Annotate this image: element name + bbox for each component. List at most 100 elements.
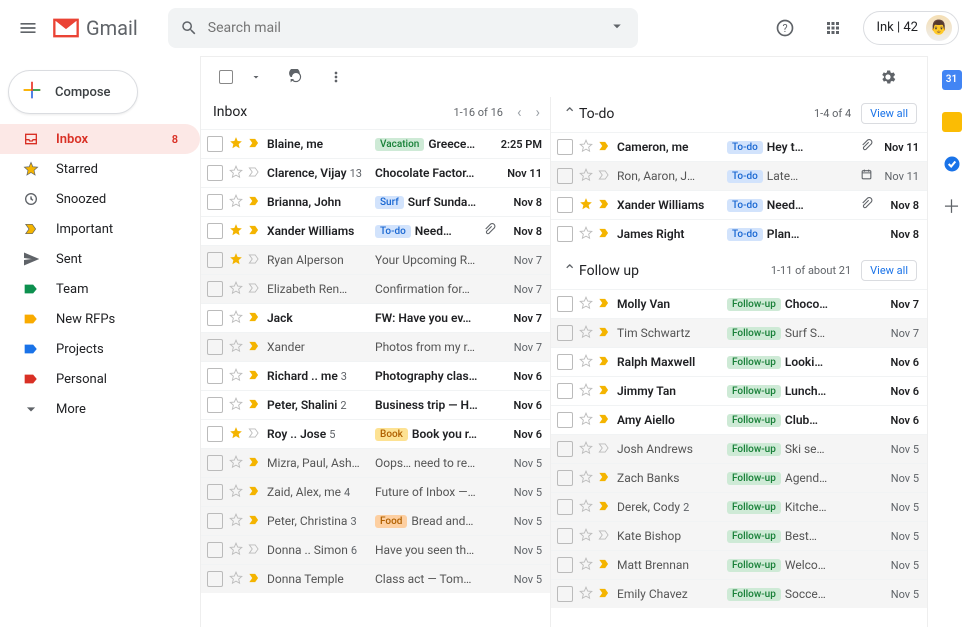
importance-marker[interactable] [247, 281, 261, 298]
importance-marker[interactable] [597, 168, 611, 185]
importance-marker[interactable] [247, 484, 261, 501]
importance-marker[interactable] [597, 383, 611, 400]
importance-marker[interactable] [247, 571, 261, 588]
importance-marker[interactable] [247, 455, 261, 472]
menu-button[interactable] [8, 8, 48, 48]
mail-row[interactable]: Peter, Shalini2Business trip — H…Nov 6 [201, 390, 550, 419]
star-toggle[interactable] [229, 339, 243, 356]
star-toggle[interactable] [579, 499, 593, 516]
importance-marker[interactable] [247, 165, 261, 182]
importance-marker[interactable] [247, 397, 261, 414]
row-checkbox[interactable] [207, 455, 223, 471]
view-all-followup[interactable]: View all [861, 260, 917, 281]
star-toggle[interactable] [579, 528, 593, 545]
mail-row[interactable]: Kate BishopFollow-upBest…Nov 5 [551, 521, 927, 550]
row-checkbox[interactable] [207, 165, 223, 181]
mail-row[interactable]: Donna TempleClass act — Tom…Nov 5 [201, 564, 550, 593]
star-toggle[interactable] [229, 252, 243, 269]
mail-row[interactable]: Peter, Christina3FoodBread and…Nov 5 [201, 506, 550, 535]
star-toggle[interactable] [579, 296, 593, 313]
folder-sent[interactable]: Sent [0, 244, 200, 274]
row-checkbox[interactable] [557, 470, 573, 486]
search-bar[interactable] [168, 8, 638, 48]
star-toggle[interactable] [229, 571, 243, 588]
star-toggle[interactable] [229, 397, 243, 414]
search-options-caret[interactable] [608, 17, 626, 39]
star-toggle[interactable] [579, 325, 593, 342]
star-toggle[interactable] [579, 470, 593, 487]
importance-marker[interactable] [247, 136, 261, 153]
importance-marker[interactable] [597, 528, 611, 545]
mail-row[interactable]: Amy AielloFollow-upClub…Nov 6 [551, 405, 927, 434]
row-checkbox[interactable] [557, 586, 573, 602]
mail-row[interactable]: Ralph MaxwellFollow-upLooki…Nov 6 [551, 347, 927, 376]
star-toggle[interactable] [229, 223, 243, 240]
importance-marker[interactable] [597, 325, 611, 342]
row-checkbox[interactable] [557, 441, 573, 457]
folder-projects[interactable]: Projects [0, 334, 200, 364]
search-input[interactable] [198, 20, 608, 36]
mail-row[interactable]: Josh AndrewsFollow-upSki se…Nov 5 [551, 434, 927, 463]
star-toggle[interactable] [579, 139, 593, 156]
row-checkbox[interactable] [207, 484, 223, 500]
calendar-addon[interactable]: 31 [942, 70, 962, 90]
importance-marker[interactable] [247, 223, 261, 240]
mail-row[interactable]: Elizabeth Ren…Confirmation for…Nov 7 [201, 274, 550, 303]
row-checkbox[interactable] [557, 197, 573, 213]
mail-row[interactable]: Ryan AlpersonYour Upcoming R…Nov 7 [201, 245, 550, 274]
importance-marker[interactable] [597, 296, 611, 313]
collapse-toggle[interactable]: ⌃ [563, 261, 579, 280]
row-checkbox[interactable] [207, 281, 223, 297]
logo[interactable]: Gmail [52, 16, 138, 40]
mail-row[interactable]: Clarence, Vijay13Chocolate Factor…Nov 11 [201, 158, 550, 187]
help-button[interactable] [767, 10, 803, 46]
keep-addon[interactable] [942, 112, 962, 132]
row-checkbox[interactable] [207, 571, 223, 587]
row-checkbox[interactable] [557, 139, 573, 155]
row-checkbox[interactable] [207, 310, 223, 326]
importance-marker[interactable] [247, 252, 261, 269]
prev-page[interactable]: ‹ [517, 103, 522, 121]
importance-marker[interactable] [247, 368, 261, 385]
star-toggle[interactable] [229, 542, 243, 559]
importance-marker[interactable] [247, 339, 261, 356]
mail-row[interactable]: Richard .. me3Photography clas…Nov 6 [201, 361, 550, 390]
row-checkbox[interactable] [557, 557, 573, 573]
row-checkbox[interactable] [207, 223, 223, 239]
importance-marker[interactable] [597, 441, 611, 458]
folder-personal[interactable]: Personal [0, 364, 200, 394]
star-toggle[interactable] [229, 426, 243, 443]
mail-row[interactable]: Derek, Cody2Follow-upKitche…Nov 5 [551, 492, 927, 521]
mail-row[interactable]: Roy .. Jose5BookBook you r…Nov 6 [201, 419, 550, 448]
folder-starred[interactable]: Starred [0, 154, 200, 184]
mail-row[interactable]: Tim SchwartzFollow-upSurf S…Nov 7 [551, 318, 927, 347]
row-checkbox[interactable] [207, 194, 223, 210]
tasks-addon[interactable] [942, 154, 962, 174]
row-checkbox[interactable] [207, 513, 223, 529]
importance-marker[interactable] [597, 557, 611, 574]
star-toggle[interactable] [579, 354, 593, 371]
star-toggle[interactable] [229, 194, 243, 211]
row-checkbox[interactable] [557, 354, 573, 370]
mail-row[interactable]: Jimmy TanFollow-upLunch…Nov 6 [551, 376, 927, 405]
row-checkbox[interactable] [207, 252, 223, 268]
mail-row[interactable]: Xander WilliamsTo-doNeed…Nov 8 [201, 216, 550, 245]
importance-marker[interactable] [597, 226, 611, 243]
star-toggle[interactable] [579, 557, 593, 574]
star-toggle[interactable] [229, 310, 243, 327]
mail-row[interactable]: Blaine, meVacationGreece…2:25 PM [201, 129, 550, 158]
mail-row[interactable]: Donna .. Simon6Have you seen th…Nov 5 [201, 535, 550, 564]
mail-row[interactable]: Cameron, meTo-doHey t…Nov 11 [551, 132, 927, 161]
mail-row[interactable]: XanderPhotos from my r…Nov 7 [201, 332, 550, 361]
importance-marker[interactable] [597, 586, 611, 603]
star-toggle[interactable] [579, 168, 593, 185]
row-checkbox[interactable] [207, 368, 223, 384]
star-toggle[interactable] [579, 226, 593, 243]
refresh-button[interactable] [283, 64, 309, 90]
folder-snoozed[interactable]: Snoozed [0, 184, 200, 214]
star-toggle[interactable] [579, 383, 593, 400]
star-toggle[interactable] [229, 368, 243, 385]
next-page[interactable]: › [535, 103, 540, 121]
importance-marker[interactable] [597, 354, 611, 371]
row-checkbox[interactable] [557, 296, 573, 312]
